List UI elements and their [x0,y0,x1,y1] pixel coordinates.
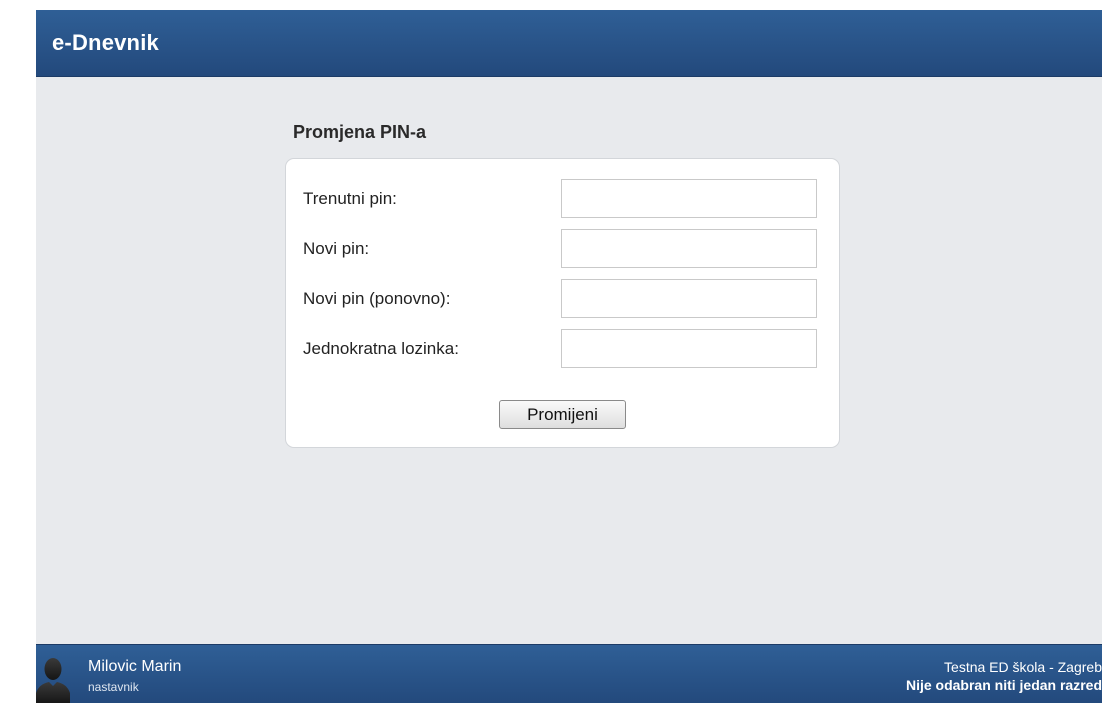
school-name: Testna ED škola - Zagreb [944,659,1102,675]
header-bar: e-Dnevnik [36,10,1102,77]
app-title[interactable]: e-Dnevnik [52,30,159,56]
current-pin-input[interactable] [561,179,817,218]
pin-change-form: Trenutni pin: Novi pin: Novi pin (ponovn… [285,158,840,448]
app-window: e-Dnevnik Promjena PIN-a Trenutni pin: N… [36,10,1102,703]
footer-bar: Milovic Marin nastavnik Testna ED škola … [36,644,1102,703]
current-pin-label: Trenutni pin: [303,189,397,208]
new-pin-row: Novi pin: [303,229,823,269]
user-role: nastavnik [88,680,139,694]
otp-label: Jednokratna lozinka: [303,339,459,358]
otp-row: Jednokratna lozinka: [303,329,823,369]
confirm-pin-label: Novi pin (ponovno): [303,289,451,308]
new-pin-input[interactable] [561,229,817,268]
confirm-pin-input[interactable] [561,279,817,318]
user-name: Milovic Marin [88,658,182,675]
change-pin-button[interactable]: Promijeni [499,400,626,429]
class-status: Nije odabran niti jedan razred [905,677,1102,693]
page-title: Promjena PIN-a [293,122,427,142]
user-silhouette-icon [36,653,70,703]
current-pin-row: Trenutni pin: [303,179,823,219]
confirm-pin-row: Novi pin (ponovno): [303,279,823,319]
new-pin-label: Novi pin: [303,239,370,258]
otp-input[interactable] [561,329,817,368]
